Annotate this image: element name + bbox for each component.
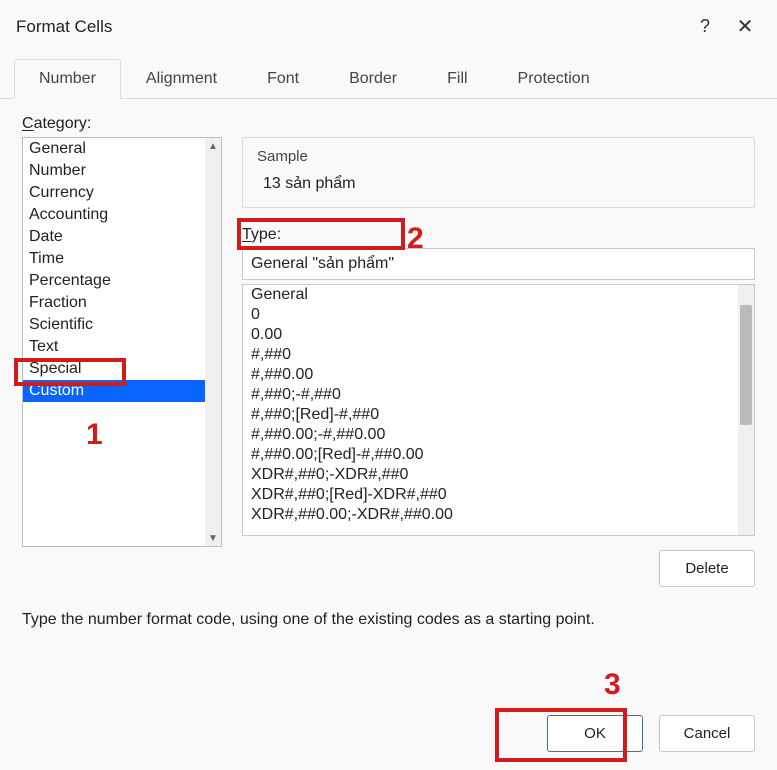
- format-item[interactable]: #,##0;-#,##0: [243, 385, 738, 405]
- format-item[interactable]: General: [243, 285, 738, 305]
- delete-row: Delete: [242, 550, 755, 587]
- format-scroll-thumb[interactable]: [740, 305, 752, 425]
- scroll-down-icon[interactable]: ▼: [205, 530, 221, 546]
- category-listbox[interactable]: General Number Currency Accounting Date …: [22, 137, 222, 547]
- type-label: Type:: [242, 226, 755, 244]
- hint-text: Type the number format code, using one o…: [0, 611, 777, 629]
- scroll-up-icon[interactable]: ▲: [205, 138, 221, 154]
- category-item-scientific[interactable]: Scientific: [23, 314, 205, 336]
- format-item[interactable]: 0: [243, 305, 738, 325]
- format-cells-dialog: Format Cells ? ✕ Number Alignment Font B…: [0, 0, 777, 770]
- category-item-fraction[interactable]: Fraction: [23, 292, 205, 314]
- annotation-number-1: 1: [86, 418, 103, 452]
- titlebar: Format Cells ? ✕: [0, 0, 777, 53]
- tab-protection[interactable]: Protection: [493, 59, 615, 98]
- tab-content: Category: General Number Currency Accoun…: [0, 99, 777, 587]
- category-scrollbar[interactable]: ▲ ▼: [205, 138, 221, 546]
- tab-alignment[interactable]: Alignment: [121, 59, 242, 98]
- help-button[interactable]: ?: [685, 12, 725, 41]
- type-input[interactable]: [242, 248, 755, 280]
- annotation-number-2: 2: [407, 222, 424, 256]
- tab-border[interactable]: Border: [324, 59, 422, 98]
- ok-button[interactable]: OK: [547, 715, 643, 752]
- dialog-footer: OK Cancel: [547, 715, 755, 752]
- columns: General Number Currency Accounting Date …: [22, 137, 755, 587]
- tab-fill[interactable]: Fill: [422, 59, 492, 98]
- format-item[interactable]: XDR#,##0;-XDR#,##0: [243, 465, 738, 485]
- sample-label: Sample: [257, 148, 740, 165]
- tab-strip: Number Alignment Font Border Fill Protec…: [0, 59, 777, 99]
- format-item[interactable]: #,##0.00;-#,##0.00: [243, 425, 738, 445]
- category-item-special[interactable]: Special: [23, 358, 205, 380]
- right-column: Sample 13 sản phẩm Type: General 0 0.00 …: [242, 137, 755, 587]
- scroll-track[interactable]: [205, 154, 221, 530]
- category-item-time[interactable]: Time: [23, 248, 205, 270]
- format-item[interactable]: 0.00: [243, 325, 738, 345]
- delete-button[interactable]: Delete: [659, 550, 755, 587]
- format-item[interactable]: XDR#,##0;[Red]-XDR#,##0: [243, 485, 738, 505]
- format-list[interactable]: General 0 0.00 #,##0 #,##0.00 #,##0;-#,#…: [242, 284, 755, 536]
- cancel-button[interactable]: Cancel: [659, 715, 755, 752]
- format-items: General 0 0.00 #,##0 #,##0.00 #,##0;-#,#…: [243, 285, 738, 525]
- format-item[interactable]: XDR#,##0.00;-XDR#,##0.00: [243, 505, 738, 525]
- format-scrollbar[interactable]: [738, 285, 754, 535]
- category-item-accounting[interactable]: Accounting: [23, 204, 205, 226]
- category-label: Category:: [22, 115, 755, 133]
- format-item[interactable]: #,##0.00;[Red]-#,##0.00: [243, 445, 738, 465]
- left-column: General Number Currency Accounting Date …: [22, 137, 222, 587]
- category-item-general[interactable]: General: [23, 138, 205, 160]
- category-item-currency[interactable]: Currency: [23, 182, 205, 204]
- format-item[interactable]: #,##0.00: [243, 365, 738, 385]
- category-item-text[interactable]: Text: [23, 336, 205, 358]
- sample-box: Sample 13 sản phẩm: [242, 137, 755, 208]
- format-item[interactable]: #,##0: [243, 345, 738, 365]
- category-item-number[interactable]: Number: [23, 160, 205, 182]
- tab-number[interactable]: Number: [14, 59, 121, 99]
- category-item-custom[interactable]: Custom: [23, 380, 205, 402]
- format-item[interactable]: #,##0;[Red]-#,##0: [243, 405, 738, 425]
- category-item-date[interactable]: Date: [23, 226, 205, 248]
- annotation-number-3: 3: [604, 668, 621, 702]
- tab-font[interactable]: Font: [242, 59, 324, 98]
- dialog-title: Format Cells: [16, 17, 685, 37]
- sample-value: 13 sản phẩm: [257, 175, 740, 193]
- close-button[interactable]: ✕: [725, 10, 765, 43]
- category-item-percentage[interactable]: Percentage: [23, 270, 205, 292]
- category-items: General Number Currency Accounting Date …: [23, 138, 205, 402]
